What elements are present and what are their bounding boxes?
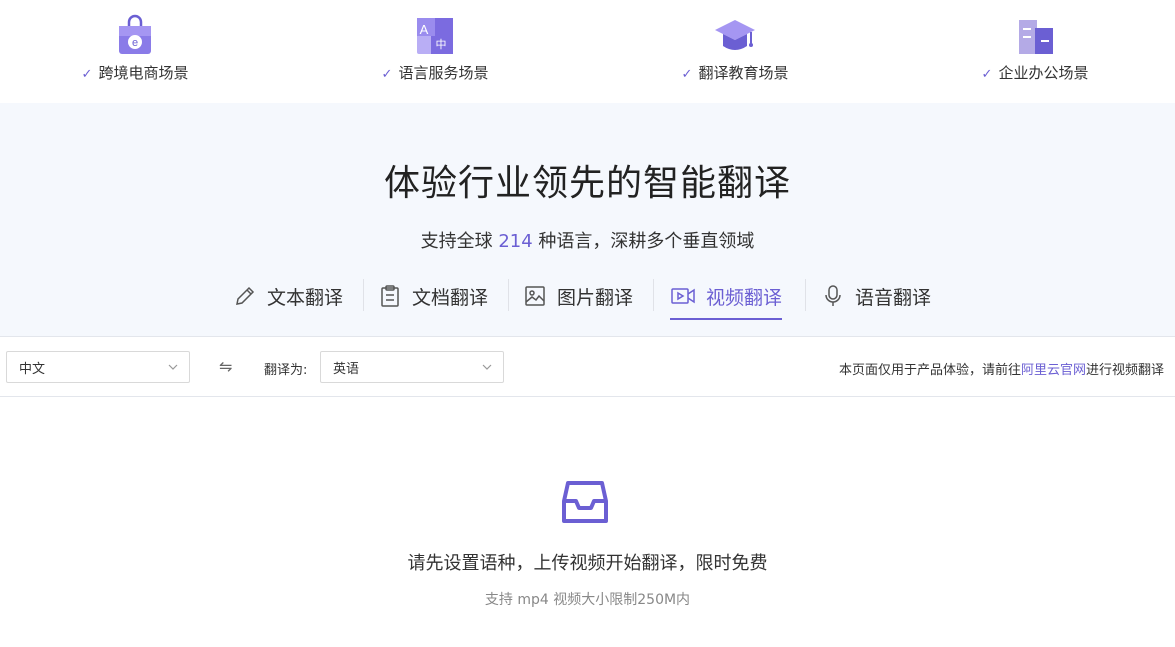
check-icon: ✓ bbox=[81, 67, 93, 82]
page-subtitle: 支持全球 214 种语言，深耕多个垂直领域 bbox=[0, 227, 1175, 253]
page-title: 体验行业领先的智能翻译 bbox=[383, 163, 791, 204]
office-building-icon bbox=[1019, 20, 1053, 54]
clipboard-icon bbox=[381, 285, 399, 307]
chevron-down-icon bbox=[168, 364, 178, 370]
pencil-icon bbox=[236, 286, 255, 305]
graduation-cap-icon bbox=[715, 20, 755, 50]
experience-notice: 本页面仅用于产品体验，请前往阿里云官网进行视频翻译 bbox=[839, 359, 1164, 378]
scenario-label: 语言服务场景 bbox=[398, 64, 489, 82]
tab-label: 语音翻译 bbox=[855, 286, 932, 309]
language-translate-icon: A 中 bbox=[417, 18, 453, 54]
tab-divider bbox=[363, 279, 364, 311]
upload-empty-state[interactable]: 请先设置语种，上传视频开始翻译，限时免费 支持 mp4 视频大小限制250M内 bbox=[0, 398, 1175, 647]
tab-label: 图片翻译 bbox=[557, 286, 634, 309]
chevron-down-icon bbox=[482, 364, 492, 370]
target-language-select[interactable]: 英语 bbox=[320, 351, 504, 383]
scenario-cross-border-ecommerce[interactable]: e ✓ 跨境电商场景 bbox=[35, 14, 235, 83]
tab-divider bbox=[508, 279, 509, 311]
check-icon: ✓ bbox=[981, 67, 993, 82]
microphone-icon bbox=[825, 285, 841, 306]
video-icon bbox=[671, 288, 695, 304]
empty-state-message: 请先设置语种，上传视频开始翻译，限时免费 bbox=[407, 553, 768, 574]
notice-prefix: 本页面仅用于产品体验，请前往 bbox=[838, 363, 1021, 378]
upload-size-hint: 支持 mp4 视频大小限制250M内 bbox=[484, 592, 691, 608]
translation-tabs: 文本翻译 文档翻译 图片翻译 视频翻译 语音翻译 bbox=[0, 272, 1175, 320]
svg-text:A: A bbox=[420, 22, 429, 37]
swap-languages-button[interactable]: ⇋ bbox=[219, 357, 232, 376]
language-toolbar: 中文 ⇋ 翻译为: 英语 本页面仅用于产品体验，请前往阿里云官网进行视频翻译 bbox=[0, 338, 1175, 397]
tab-speech-translation[interactable]: 语音翻译 bbox=[821, 272, 931, 320]
scenario-label: 企业办公场景 bbox=[998, 64, 1089, 82]
scenario-label: 翻译教育场景 bbox=[698, 64, 789, 82]
notice-suffix: 进行视频翻译 bbox=[1085, 363, 1164, 378]
tab-label: 文本翻译 bbox=[267, 286, 344, 309]
language-count: 214 bbox=[498, 231, 533, 252]
inbox-icon bbox=[562, 481, 608, 523]
check-icon: ✓ bbox=[681, 67, 693, 82]
source-language-value: 中文 bbox=[19, 361, 46, 377]
scenario-bar: e ✓ 跨境电商场景 A 中 ✓ 语言服务场景 ✓ 翻译教育场景 ✓ 企业办公场… bbox=[0, 0, 1175, 103]
tab-label: 视频翻译 bbox=[706, 286, 783, 309]
tab-image-translation[interactable]: 图片翻译 bbox=[523, 272, 633, 320]
aliyun-official-link[interactable]: 阿里云官网 bbox=[1021, 363, 1086, 378]
tab-divider bbox=[805, 279, 806, 311]
target-language-value: 英语 bbox=[333, 361, 360, 377]
hero-section: 体验行业领先的智能翻译 支持全球 214 种语言，深耕多个垂直领域 文本翻译 文… bbox=[0, 103, 1175, 337]
svg-text:中: 中 bbox=[436, 38, 447, 51]
subtitle-suffix: 种语言，深耕多个垂直领域 bbox=[532, 231, 755, 252]
tab-text-translation[interactable]: 文本翻译 bbox=[233, 272, 343, 320]
scenario-enterprise-office[interactable]: ✓ 企业办公场景 bbox=[935, 14, 1135, 83]
tab-label: 文档翻译 bbox=[412, 286, 489, 309]
scenario-translation-education[interactable]: ✓ 翻译教育场景 bbox=[635, 14, 835, 83]
tab-divider bbox=[653, 279, 654, 311]
subtitle-prefix: 支持全球 bbox=[420, 231, 499, 252]
source-language-select[interactable]: 中文 bbox=[6, 351, 190, 383]
tab-video-translation[interactable]: 视频翻译 bbox=[670, 272, 783, 320]
svg-text:e: e bbox=[132, 37, 138, 49]
tab-document-translation[interactable]: 文档翻译 bbox=[378, 272, 488, 320]
image-icon bbox=[525, 286, 545, 306]
shopping-bag-icon: e bbox=[119, 14, 151, 54]
check-icon: ✓ bbox=[381, 67, 393, 82]
scenario-language-service[interactable]: A 中 ✓ 语言服务场景 bbox=[335, 14, 535, 83]
target-language-label: 翻译为: bbox=[264, 363, 308, 378]
scenario-label: 跨境电商场景 bbox=[98, 64, 189, 82]
